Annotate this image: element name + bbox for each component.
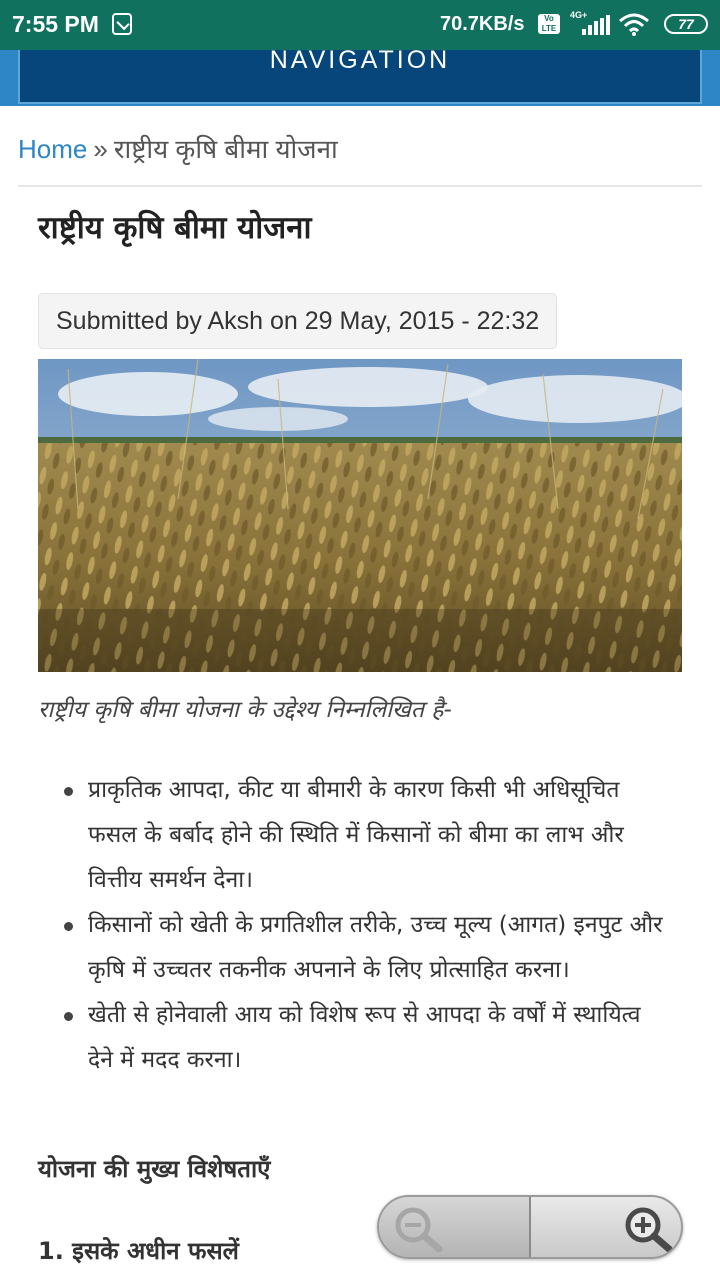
zoom-out-icon — [395, 1207, 443, 1253]
submitted-info: Submitted by Aksh on 29 May, 2015 - 22:3… — [38, 293, 558, 349]
navigation-header: NAVIGATION — [0, 46, 720, 106]
sub-heading: 1. इसके अधीन फसलें — [38, 1237, 239, 1265]
breadcrumb-home-link[interactable]: Home — [18, 134, 87, 164]
navigation-label: NAVIGATION — [269, 46, 451, 74]
list-item: खेती से होनेवाली आय को विशेष रूप से आपदा… — [64, 993, 668, 1083]
battery-icon: 77 — [664, 14, 708, 34]
download-icon — [112, 13, 132, 35]
objectives-caption: राष्ट्रीय कृषि बीमा योजना के उद्देश्य नि… — [38, 697, 452, 723]
list-item: किसानों को खेती के प्रगतिशील तरीके, उच्च… — [64, 903, 668, 993]
wheat-field-image — [38, 359, 682, 672]
status-bar: 7:55 PM 70.7KB/s Vo LTE 4G+ 77 — [0, 0, 720, 50]
status-time: 7:55 PM — [12, 11, 99, 37]
signal-icon — [582, 15, 610, 35]
navigation-button[interactable]: NAVIGATION — [18, 46, 702, 104]
section-heading: योजना की मुख्य विशेषताएँ — [38, 1155, 271, 1183]
zoom-in-button[interactable] — [533, 1197, 681, 1257]
list-item: प्राकृतिक आपदा, कीट या बीमारी के कारण कि… — [64, 768, 668, 903]
zoom-out-button[interactable] — [379, 1197, 531, 1257]
divider — [18, 185, 702, 187]
network-speed: 70.7KB/s — [440, 13, 525, 35]
zoom-in-icon — [625, 1207, 673, 1253]
wifi-icon — [619, 13, 649, 36]
breadcrumb: Home» राष्ट्रीय कृषि बीमा योजना — [18, 130, 338, 166]
breadcrumb-current: राष्ट्रीय कृषि बीमा योजना — [113, 134, 338, 164]
page-title: राष्ट्रीय कृषि बीमा योजना — [38, 210, 312, 246]
zoom-control — [377, 1195, 683, 1259]
volte-icon: Vo LTE — [538, 14, 560, 34]
objectives-list: प्राकृतिक आपदा, कीट या बीमारी के कारण कि… — [64, 768, 668, 1083]
breadcrumb-separator: » — [93, 134, 108, 164]
